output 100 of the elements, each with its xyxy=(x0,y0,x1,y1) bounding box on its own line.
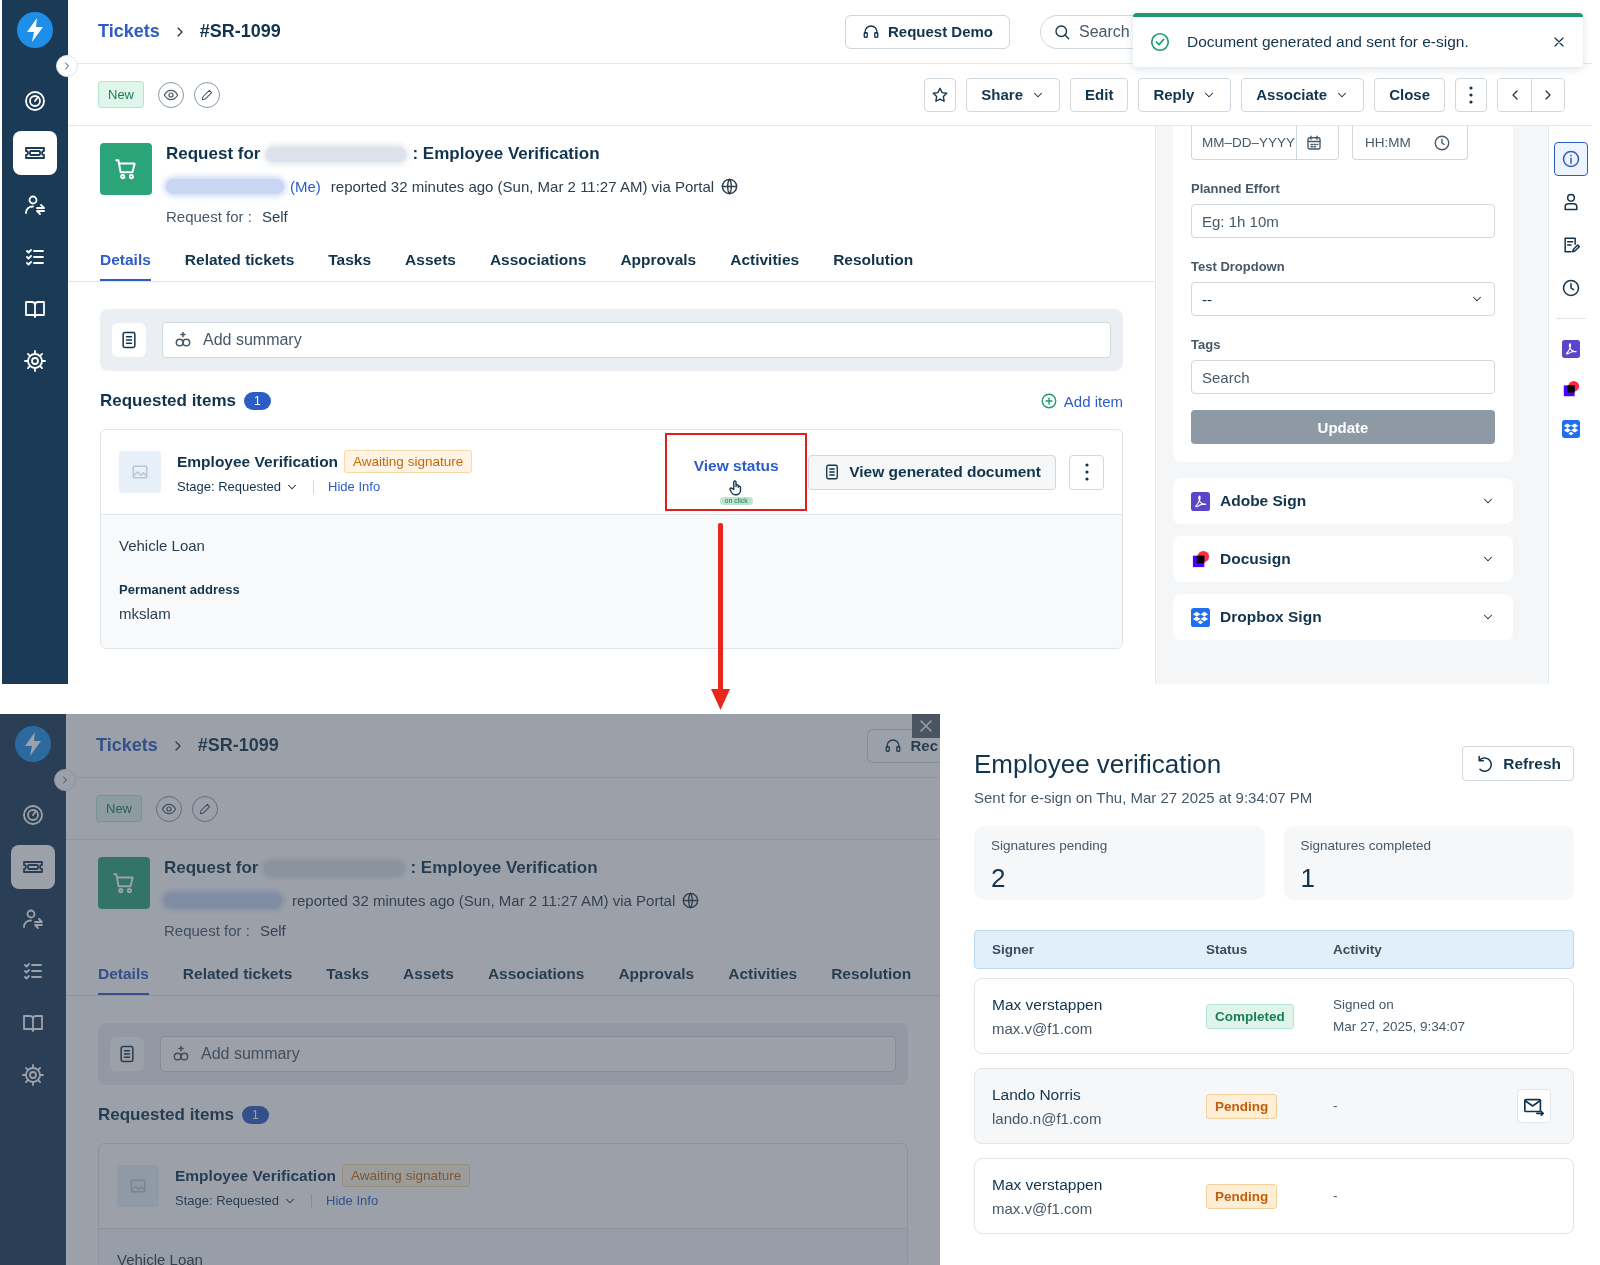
clock-icon xyxy=(1560,278,1581,298)
kebab-icon xyxy=(1084,462,1089,482)
breadcrumb-link[interactable]: Tickets xyxy=(98,21,160,42)
activity-text: - xyxy=(1333,1097,1339,1115)
tab[interactable]: Activities xyxy=(728,956,798,995)
watch-button[interactable] xyxy=(156,795,182,822)
tab[interactable]: Assets xyxy=(403,956,454,995)
tab[interactable]: Associations xyxy=(487,956,585,995)
tab[interactable]: Resolution xyxy=(831,956,912,995)
input-field[interactable]: Eg: 1h 10m xyxy=(1191,204,1495,238)
status-badge: New xyxy=(98,81,144,108)
image-glyph-icon xyxy=(130,462,150,482)
field-label: Planned Effort xyxy=(1191,181,1281,196)
item-name: Employee Verification xyxy=(175,1166,337,1185)
bot-icon xyxy=(173,330,193,350)
document-icon xyxy=(117,1044,137,1064)
status-badge: Pending xyxy=(1206,1183,1278,1209)
header-button[interactable]: Request Demo xyxy=(844,14,1010,49)
ticket-id: #SR-1099 xyxy=(199,21,281,42)
date-field[interactable]: MM–DD–YYYY xyxy=(1191,126,1339,160)
gauge-icon xyxy=(23,89,47,113)
search-icon xyxy=(1053,22,1071,41)
field-value: Self xyxy=(261,207,288,225)
ticket-id: #SR-1099 xyxy=(197,735,279,756)
star-button[interactable] xyxy=(924,77,957,112)
bot-icon xyxy=(171,1044,191,1064)
summary-field[interactable]: Add summary xyxy=(162,322,1111,358)
plus-circle-icon xyxy=(1039,392,1058,410)
sidebar-button[interactable] xyxy=(13,131,57,175)
image-glyph-icon xyxy=(128,1176,148,1196)
section-title: Requested items xyxy=(98,1105,235,1125)
dropdown-field[interactable]: -- xyxy=(1191,282,1495,316)
tab[interactable]: Tasks xyxy=(326,956,370,995)
globe-icon xyxy=(681,890,701,910)
stage-dropdown[interactable]: Stage: Requested xyxy=(177,479,300,494)
signer-name: Max verstappen xyxy=(992,995,1104,1014)
settings-icon xyxy=(21,1063,45,1087)
field-value: mkslam xyxy=(119,605,172,622)
edit-button[interactable] xyxy=(192,795,218,822)
tab[interactable]: Approvals xyxy=(620,242,697,281)
tab[interactable]: Resolution xyxy=(833,242,914,281)
integration-accordion[interactable]: Adobe Sign xyxy=(1173,478,1513,524)
check-circle-icon xyxy=(1149,31,1171,53)
rail-button[interactable] xyxy=(1553,142,1588,176)
refresh-button[interactable]: Refresh xyxy=(1462,746,1574,781)
requester-link[interactable]: (Me) xyxy=(290,177,321,195)
box-app-icon xyxy=(1191,607,1210,627)
toolbar-menu-button[interactable]: Reply xyxy=(1138,77,1232,112)
integration-accordion[interactable]: Docusign xyxy=(1173,536,1513,582)
field-value: Vehicle Loan xyxy=(117,1251,204,1265)
squares-app-icon xyxy=(1561,380,1580,398)
status-badge: New xyxy=(96,795,142,822)
tab[interactable]: Associations xyxy=(489,242,587,281)
field-label: Request for : xyxy=(166,207,252,225)
add-item-link[interactable]: Add item xyxy=(1039,392,1123,410)
stat-value: 1 xyxy=(1300,863,1316,894)
cart-glyph-icon xyxy=(111,870,137,896)
status-badge: Pending xyxy=(1206,1093,1278,1119)
input-field[interactable]: Search xyxy=(1191,360,1495,394)
bolt-logo-icon xyxy=(16,11,54,49)
stat-label: Signatures completed xyxy=(1300,838,1433,853)
pdf-app-icon xyxy=(1191,491,1210,511)
tab[interactable]: Approvals xyxy=(618,956,695,995)
star-icon xyxy=(931,85,950,104)
reported-text: reported 32 minutes ago (Sun, Mar 2 11:27 AM) via Portal xyxy=(292,891,676,909)
signer-email: lando.n@f1.com xyxy=(992,1109,1103,1127)
integration-accordion[interactable]: Dropbox Sign xyxy=(1173,594,1513,640)
resend-button[interactable] xyxy=(1517,1089,1551,1123)
toolbar-menu-button[interactable]: Share xyxy=(966,77,1061,112)
document-icon xyxy=(119,330,139,350)
column-header: Activity xyxy=(1333,942,1383,957)
expand-button[interactable] xyxy=(56,55,78,77)
field-value: Self xyxy=(259,921,286,939)
tab[interactable]: Related tickets xyxy=(182,956,293,995)
gauge-icon xyxy=(21,803,45,827)
hide-info-link[interactable]: Hide Info xyxy=(328,479,381,494)
tab[interactable]: Assets xyxy=(405,242,456,281)
tab[interactable]: Activities xyxy=(730,242,800,281)
globe-icon xyxy=(720,176,740,196)
bolt-logo-icon xyxy=(14,725,52,763)
toolbar-menu-button[interactable]: Associate xyxy=(1241,77,1365,112)
tab[interactable]: Tasks xyxy=(328,242,372,281)
tab[interactable]: Related tickets xyxy=(184,242,295,281)
ticket-title: : Employee Verification xyxy=(412,144,600,164)
edit-button[interactable] xyxy=(194,81,220,108)
count-badge: 1 xyxy=(244,392,271,410)
toolbar-button[interactable]: Edit xyxy=(1070,77,1129,112)
toolbar-button[interactable]: Close xyxy=(1374,77,1445,112)
signer-name: Lando Norris xyxy=(992,1085,1082,1104)
pdf-app-icon xyxy=(1561,340,1580,358)
tab[interactable]: Details xyxy=(100,242,151,281)
notes-button[interactable] xyxy=(112,323,146,357)
view-document-button[interactable]: View generated document xyxy=(808,454,1056,490)
drawer-title: Employee verification xyxy=(974,747,1222,781)
info-icon xyxy=(1560,149,1581,169)
box-app-icon xyxy=(1561,420,1580,438)
stage-dropdown[interactable]: Stage: Requested xyxy=(175,1193,298,1208)
settings-icon xyxy=(23,349,47,373)
watch-button[interactable] xyxy=(158,81,184,108)
time-field[interactable]: HH:MM xyxy=(1352,126,1468,160)
